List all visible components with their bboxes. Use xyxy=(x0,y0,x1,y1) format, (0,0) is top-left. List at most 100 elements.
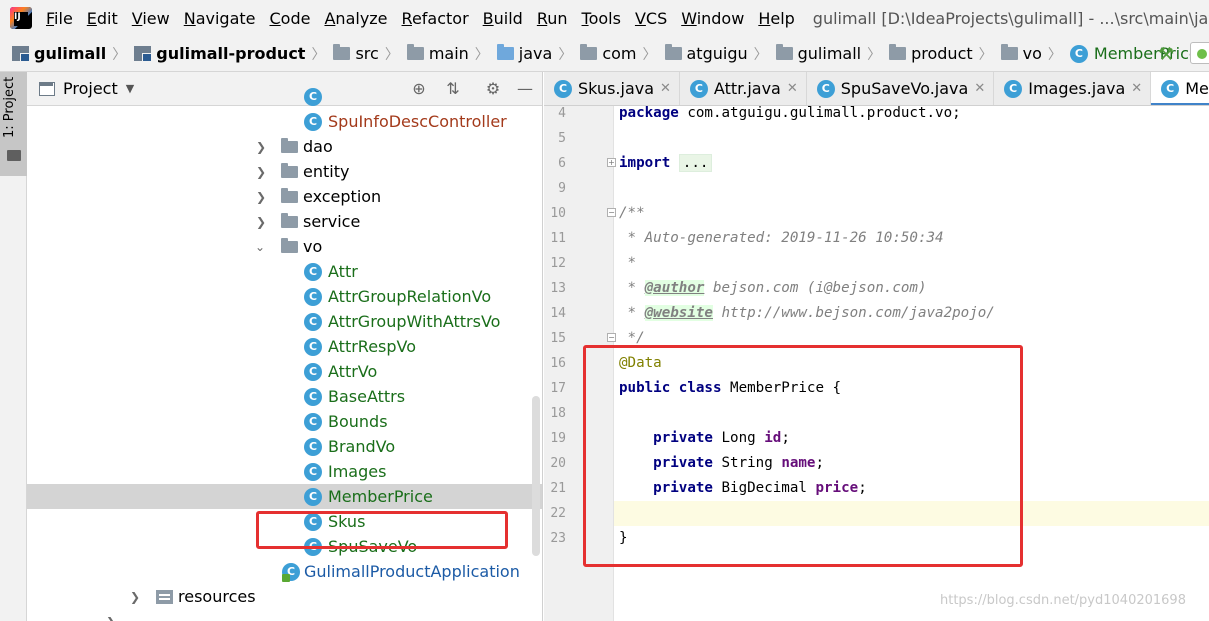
line-number: 20 xyxy=(550,456,566,471)
line-number: 10 xyxy=(550,206,566,221)
menu-code[interactable]: Code xyxy=(270,9,311,28)
menu-build[interactable]: Build xyxy=(483,9,523,28)
project-tool-tab[interactable]: 1: Project xyxy=(0,72,27,176)
package-icon xyxy=(775,44,793,60)
code-line-4: package com.atguigu.gulimall.product.vo; xyxy=(619,105,961,121)
code-line-11: * Auto-generated: 2019-11-26 10:50:34 xyxy=(619,230,944,246)
tree-item-attrgrouprelationvo[interactable]: C AttrGroupRelationVo xyxy=(27,284,542,309)
close-icon[interactable]: ✕ xyxy=(1131,81,1142,96)
run-configuration-button[interactable] xyxy=(1190,42,1209,64)
code-line-14: * @website http://www.bejson.com/java2po… xyxy=(619,305,995,321)
tree-item-attrgroupwithattrsvo[interactable]: C AttrGroupWithAttrsVo xyxy=(27,309,542,334)
tree-item-vo[interactable]: ⌄ vo xyxy=(27,234,542,259)
breadcrumb-gulimall[interactable]: gulimall xyxy=(12,44,106,63)
menu-run[interactable]: Run xyxy=(537,9,568,28)
intellij-logo-icon xyxy=(10,7,32,29)
tree-item-images[interactable]: C Images xyxy=(27,459,542,484)
tree-item-brandvo[interactable]: C BrandVo xyxy=(27,434,542,459)
menu-view[interactable]: View xyxy=(132,9,170,28)
line-number: 15 xyxy=(550,331,566,346)
breadcrumb-memberprice[interactable]: C MemberPrice xyxy=(1069,44,1199,63)
code-editor: C Skus.java ✕ C Attr.java ✕ C SpuSaveVo.… xyxy=(544,72,1209,621)
breadcrumb-separator-icon: 〉 xyxy=(384,46,399,63)
line-number: 19 xyxy=(550,431,566,446)
tree-item-gulimallproductapplication[interactable]: C GulimallProductApplication xyxy=(27,559,542,584)
breadcrumb-gulimall-product[interactable]: gulimall-product xyxy=(134,44,305,63)
line-number: 14 xyxy=(550,306,566,321)
tree-item-partial-bottom[interactable]: ❯ xyxy=(27,609,542,621)
folder-icon xyxy=(406,44,424,60)
breadcrumb-vo[interactable]: vo xyxy=(1000,44,1042,63)
class-icon: C xyxy=(816,79,835,98)
chevron-right-icon[interactable]: ❯ xyxy=(256,165,268,179)
line-number: 18 xyxy=(550,406,566,421)
fold-expand-icon[interactable]: + xyxy=(607,158,616,167)
menu-refactor[interactable]: Refactor xyxy=(402,9,469,28)
chevron-right-icon[interactable]: ❯ xyxy=(130,590,142,604)
tree-item-attrrespvo[interactable]: C AttrRespVo xyxy=(27,334,542,359)
breadcrumb-product[interactable]: product xyxy=(889,44,973,63)
tree-item-bounds[interactable]: C Bounds xyxy=(27,409,542,434)
folded-imports[interactable]: ... xyxy=(678,154,713,172)
tree-item-memberprice[interactable]: C MemberPrice xyxy=(27,484,542,509)
fold-collapse-icon[interactable]: − xyxy=(607,333,616,342)
breadcrumb-main[interactable]: main xyxy=(406,44,469,63)
chevron-right-icon[interactable]: ❯ xyxy=(256,190,268,204)
breadcrumb-src[interactable]: src xyxy=(333,44,379,63)
chevron-down-icon[interactable]: ⌄ xyxy=(255,240,267,254)
resources-folder-icon xyxy=(156,589,173,604)
menu-file[interactable]: File xyxy=(46,9,73,28)
chevron-right-icon[interactable]: ❯ xyxy=(106,615,118,621)
class-icon: C xyxy=(304,437,322,456)
tree-item-exception[interactable]: ❯ exception xyxy=(27,184,542,209)
tree-item-attrvo[interactable]: C AttrVo xyxy=(27,359,542,384)
breadcrumb-gulimall-package[interactable]: gulimall xyxy=(775,44,861,63)
code-line-12: * xyxy=(619,255,637,271)
code-line-10: /** xyxy=(619,205,645,221)
class-icon: C xyxy=(554,79,572,98)
fold-collapse-icon[interactable]: − xyxy=(607,208,616,217)
tree-item-service[interactable]: ❯ service xyxy=(27,209,542,234)
close-icon[interactable]: ✕ xyxy=(787,81,798,96)
menu-window[interactable]: Window xyxy=(681,9,744,28)
chevron-right-icon[interactable]: ❯ xyxy=(256,215,268,229)
menu-analyze[interactable]: Analyze xyxy=(324,9,387,28)
breadcrumb-separator-icon: 〉 xyxy=(753,46,768,63)
tree-item-dao[interactable]: ❯ dao xyxy=(27,134,542,159)
menu-tools[interactable]: Tools xyxy=(582,9,621,28)
menu-edit[interactable]: Edit xyxy=(87,9,118,28)
breadcrumb-separator-icon: 〉 xyxy=(867,46,882,63)
close-icon[interactable]: ✕ xyxy=(974,81,985,96)
tree-item-partial[interactable]: C xyxy=(27,84,542,109)
tree-item-spuinfodesccontroller[interactable]: C SpuInfoDescController xyxy=(27,109,542,134)
breadcrumb-java[interactable]: java xyxy=(496,44,552,63)
close-icon[interactable]: ✕ xyxy=(660,81,671,96)
highlight-box-memberprice xyxy=(256,511,508,549)
tree-item-baseattrs[interactable]: C BaseAttrs xyxy=(27,384,542,409)
tree-item-entity[interactable]: ❯ entity xyxy=(27,159,542,184)
package-icon xyxy=(664,44,682,60)
module-icon xyxy=(134,46,153,62)
breadcrumb-atguigu[interactable]: atguigu xyxy=(664,44,748,63)
tree-item-attr[interactable]: C Attr xyxy=(27,259,542,284)
window-title: gulimall [D:\IdeaProjects\gulimall] - ..… xyxy=(812,8,1209,28)
package-icon xyxy=(1000,44,1018,60)
menu-navigate[interactable]: Navigate xyxy=(184,9,256,28)
class-icon: C xyxy=(689,79,708,98)
breadcrumb-com[interactable]: com xyxy=(580,44,637,63)
breadcrumb-separator-icon: 〉 xyxy=(978,46,993,63)
tab-memberprice[interactable]: C MemberPrice xyxy=(1151,72,1209,105)
line-number: 12 xyxy=(550,256,566,271)
tree-item-resources[interactable]: ❯ resources xyxy=(27,584,542,609)
menu-vcs[interactable]: VCS xyxy=(635,9,667,28)
line-number: 16 xyxy=(550,356,566,371)
menu-help[interactable]: Help xyxy=(758,9,794,28)
project-tree-scrollbar[interactable] xyxy=(532,396,540,556)
tab-images-java[interactable]: C Images.java ✕ xyxy=(994,72,1152,105)
package-icon xyxy=(889,44,907,60)
package-icon xyxy=(281,137,298,153)
class-icon: C xyxy=(304,487,322,506)
build-hammer-icon[interactable]: ⚒ xyxy=(1158,44,1174,65)
line-number: 6 xyxy=(558,156,566,171)
chevron-right-icon[interactable]: ❯ xyxy=(256,140,268,154)
